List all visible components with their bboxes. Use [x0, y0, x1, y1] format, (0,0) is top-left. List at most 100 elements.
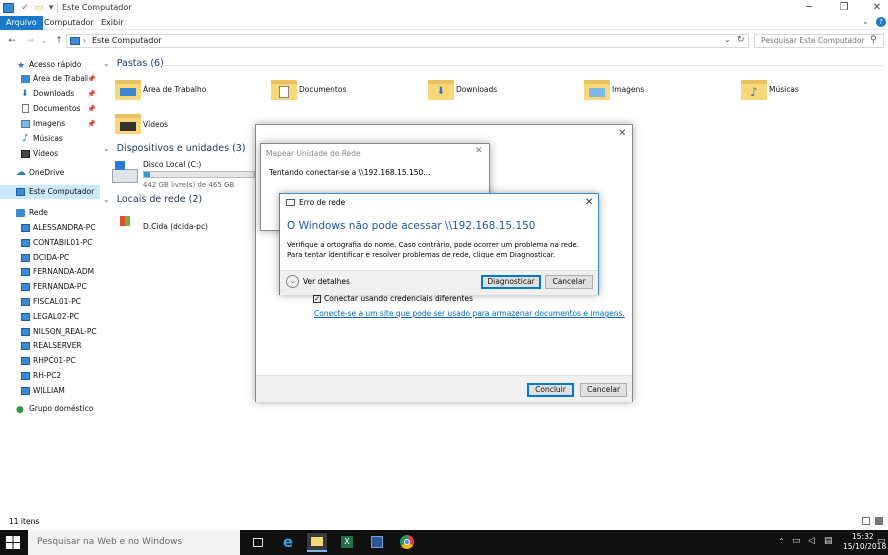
tab-computador[interactable]: Computador: [38, 16, 100, 30]
expand-details-icon[interactable]: ⌄: [286, 275, 299, 288]
pin-icon[interactable]: 📌: [87, 102, 96, 116]
pin-icon[interactable]: 📌: [87, 87, 96, 101]
document-app-icon[interactable]: [367, 533, 387, 552]
folder-icon[interactable]: [584, 78, 610, 100]
breadcrumb[interactable]: Este Computador: [92, 36, 162, 45]
chrome-icon[interactable]: [397, 533, 417, 552]
up-icon[interactable]: ↑: [53, 35, 65, 47]
new-folder-icon[interactable]: ▭: [34, 3, 44, 13]
pin-icon[interactable]: 📌: [87, 117, 96, 131]
media-player-icon[interactable]: [113, 216, 137, 236]
task-view-icon[interactable]: [248, 533, 268, 552]
recent-locations-icon[interactable]: ⌄: [38, 35, 50, 47]
close-icon[interactable]: ✕: [618, 128, 626, 139]
diagnose-button[interactable]: Diagnosticar: [481, 275, 541, 289]
computer-icon: [21, 224, 30, 232]
tab-arquivo[interactable]: Arquivo: [0, 16, 43, 30]
nav-network-computer[interactable]: ALESSANDRA-PC: [0, 221, 100, 235]
drive-icon[interactable]: [112, 161, 138, 183]
pin-icon[interactable]: 📌: [87, 72, 96, 86]
nav-item-downloads[interactable]: ⬇ Downloads 📌: [0, 87, 100, 101]
website-link[interactable]: Conecte-se a um site que pode ser usado …: [314, 309, 625, 318]
folder-icon[interactable]: [115, 78, 141, 100]
nav-network[interactable]: Rede: [0, 206, 100, 220]
nav-item-pictures[interactable]: Imagens 📌: [0, 117, 100, 131]
maximize-icon[interactable]: ❐: [837, 2, 851, 14]
group-header-folders[interactable]: ⌄ Pastas (6): [103, 58, 164, 69]
close-icon[interactable]: ✕: [585, 197, 593, 208]
network-location-label[interactable]: D.Cida (dcida-pc): [143, 222, 208, 231]
nav-homegroup[interactable]: ● Grupo doméstico: [0, 402, 100, 416]
folder-label[interactable]: Vídeos: [143, 120, 168, 129]
music-icon: ♪: [22, 133, 29, 144]
folder-icon[interactable]: ⬇: [428, 78, 454, 100]
clock-time[interactable]: 15:32: [852, 532, 874, 541]
nav-network-computer[interactable]: LEGAL02-PC: [0, 310, 100, 324]
language-icon[interactable]: ▤: [824, 536, 833, 546]
folder-label[interactable]: Downloads: [456, 85, 497, 94]
disk-name[interactable]: Disco Local (C:): [143, 160, 201, 169]
help-icon[interactable]: ?: [876, 17, 886, 27]
refresh-icon[interactable]: ↻: [737, 35, 745, 45]
folder-icon[interactable]: [115, 112, 141, 134]
search-input[interactable]: Pesquisar Este Computador: [761, 36, 865, 45]
nav-network-computer[interactable]: RHPC01-PC: [0, 354, 100, 368]
nav-quick-access[interactable]: ★ Acesso rápido: [0, 58, 100, 72]
nav-network-computer[interactable]: DCIDA-PC: [0, 251, 100, 265]
close-icon[interactable]: ✕: [475, 146, 483, 156]
nav-network-computer[interactable]: NILSON_REAL-PC: [0, 325, 100, 339]
nav-network-computer[interactable]: FISCAL01-PC: [0, 295, 100, 309]
excel-icon[interactable]: X: [337, 533, 357, 552]
customize-toolbar-icon[interactable]: ▾: [46, 3, 56, 13]
action-center-icon[interactable]: ▭: [877, 536, 886, 546]
details-view-icon[interactable]: [862, 517, 870, 525]
folder-label[interactable]: Imagens: [612, 85, 644, 94]
properties-icon[interactable]: ✓: [20, 3, 30, 13]
file-explorer-taskbar-icon[interactable]: [307, 533, 327, 552]
details-label[interactable]: Ver detalhes: [303, 277, 350, 286]
edge-icon[interactable]: e: [278, 533, 298, 552]
search-icon[interactable]: ⚲: [870, 35, 877, 45]
folder-label[interactable]: Documentos: [299, 85, 346, 94]
finish-button[interactable]: Concluir: [527, 383, 574, 397]
nav-item-music[interactable]: ♪ Músicas: [0, 132, 100, 146]
close-window-icon[interactable]: ✕: [870, 2, 884, 14]
nav-network-computer[interactable]: CONTABIL01-PC: [0, 236, 100, 250]
nav-item-desktop[interactable]: Área de Trabalho 📌: [0, 72, 100, 86]
address-bar[interactable]: › Este Computador ⌄ ↻: [66, 34, 749, 48]
start-button[interactable]: [6, 536, 20, 549]
cancel-button[interactable]: Cancelar: [545, 275, 593, 289]
cancel-button[interactable]: Cancelar: [580, 383, 627, 397]
network-tray-icon[interactable]: ▭: [792, 536, 801, 546]
nav-network-computer[interactable]: WILLIAM: [0, 384, 100, 398]
computer-icon: [21, 283, 30, 292]
folder-icon[interactable]: [271, 78, 297, 100]
nav-item-videos[interactable]: Vídeos: [0, 147, 100, 161]
group-header-network[interactable]: ⌄ Locais de rede (2): [103, 194, 202, 205]
address-dropdown-icon[interactable]: ⌄: [724, 35, 731, 44]
nav-network-computer[interactable]: RH-PC2: [0, 369, 100, 383]
nav-onedrive[interactable]: ☁ OneDrive: [0, 166, 100, 180]
credentials-checkbox[interactable]: ✓: [313, 295, 321, 303]
forward-icon[interactable]: →: [24, 35, 36, 47]
volume-icon[interactable]: ◁: [808, 536, 815, 546]
nav-item-documents[interactable]: Documentos 📌: [0, 102, 100, 116]
search-box[interactable]: Pesquisar Este Computador ⚲: [754, 34, 884, 48]
tab-exibir[interactable]: Exibir: [95, 16, 130, 30]
folder-label[interactable]: Músicas: [769, 85, 799, 94]
nav-network-computer[interactable]: FERNANDA-PC: [0, 280, 100, 294]
ribbon-expand-icon[interactable]: ⌄: [862, 17, 869, 26]
nav-network-computer[interactable]: REALSERVER: [0, 339, 100, 353]
notifications-chevron-icon[interactable]: ⌃: [778, 537, 785, 546]
folder-icon[interactable]: ♪: [741, 78, 767, 100]
back-icon[interactable]: ←: [6, 35, 18, 47]
tiles-view-icon[interactable]: [875, 517, 883, 525]
credentials-label[interactable]: Conectar usando credenciais diferentes: [324, 294, 473, 303]
minimize-icon[interactable]: ─: [802, 2, 816, 14]
folder-label[interactable]: Área de Trabalho: [143, 85, 206, 94]
nav-this-pc[interactable]: Este Computador: [0, 185, 100, 199]
taskbar-search-input[interactable]: Pesquisar na Web e no Windows: [28, 530, 240, 555]
nav-network-computer[interactable]: FERNANDA-ADM: [0, 265, 100, 279]
group-header-devices[interactable]: ⌄ Dispositivos e unidades (3): [103, 143, 246, 154]
computer-icon: [21, 386, 30, 395]
